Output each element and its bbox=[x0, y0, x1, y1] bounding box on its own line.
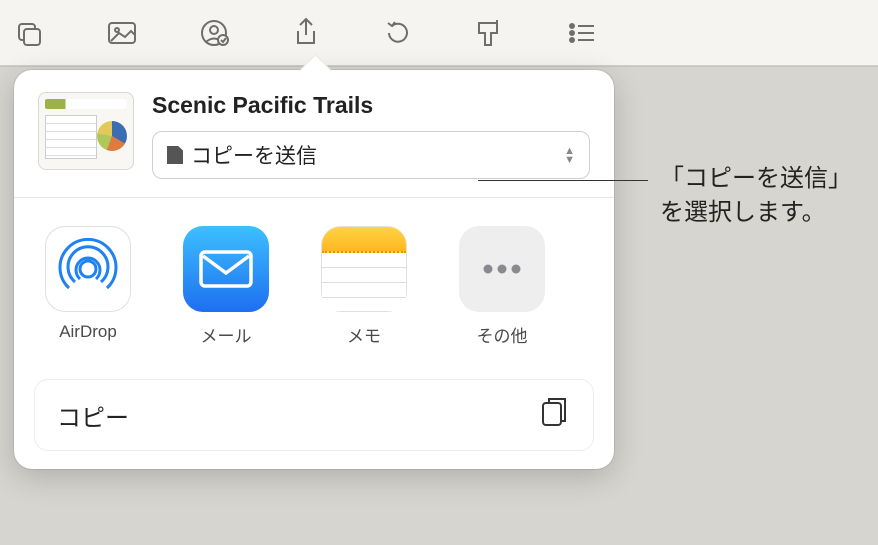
more-icon bbox=[459, 226, 545, 312]
notes-label: メモ bbox=[347, 322, 381, 347]
callout-text: 「コピーを送信」 を選択します。 bbox=[660, 162, 852, 229]
share-notes[interactable]: メモ bbox=[314, 226, 414, 347]
chevron-updown-icon: ▲▼ bbox=[564, 147, 575, 164]
callout-line bbox=[478, 180, 648, 181]
selector-label: コピーを送信 bbox=[191, 140, 556, 170]
more-label: その他 bbox=[477, 322, 528, 347]
insert-button[interactable] bbox=[8, 11, 52, 55]
airdrop-label: AirDrop bbox=[59, 322, 117, 342]
share-airdrop[interactable]: AirDrop bbox=[38, 226, 138, 347]
mail-label: メール bbox=[201, 322, 252, 347]
share-more[interactable]: その他 bbox=[452, 226, 552, 347]
airdrop-icon bbox=[45, 226, 131, 312]
media-button[interactable] bbox=[100, 11, 144, 55]
copy-action[interactable]: コピー bbox=[34, 379, 594, 451]
document-title: Scenic Pacific Trails bbox=[152, 92, 590, 119]
undo-button[interactable] bbox=[376, 11, 420, 55]
share-button[interactable] bbox=[284, 11, 328, 55]
mail-icon bbox=[183, 226, 269, 312]
format-button[interactable] bbox=[468, 11, 512, 55]
share-mail[interactable]: メール bbox=[176, 226, 276, 347]
document-options-button[interactable] bbox=[560, 11, 604, 55]
copy-icon bbox=[539, 395, 571, 436]
share-mode-selector[interactable]: コピーを送信 ▲▼ bbox=[152, 131, 590, 179]
document-thumbnail bbox=[38, 92, 134, 170]
document-icon bbox=[167, 146, 183, 164]
notes-icon bbox=[321, 226, 407, 312]
collaborate-button[interactable] bbox=[192, 11, 236, 55]
share-popover: Scenic Pacific Trails コピーを送信 ▲▼ AirDrop bbox=[14, 70, 614, 469]
toolbar bbox=[0, 0, 878, 66]
copy-label: コピー bbox=[57, 398, 129, 433]
share-apps-row: AirDrop メール メモ bbox=[14, 198, 614, 367]
